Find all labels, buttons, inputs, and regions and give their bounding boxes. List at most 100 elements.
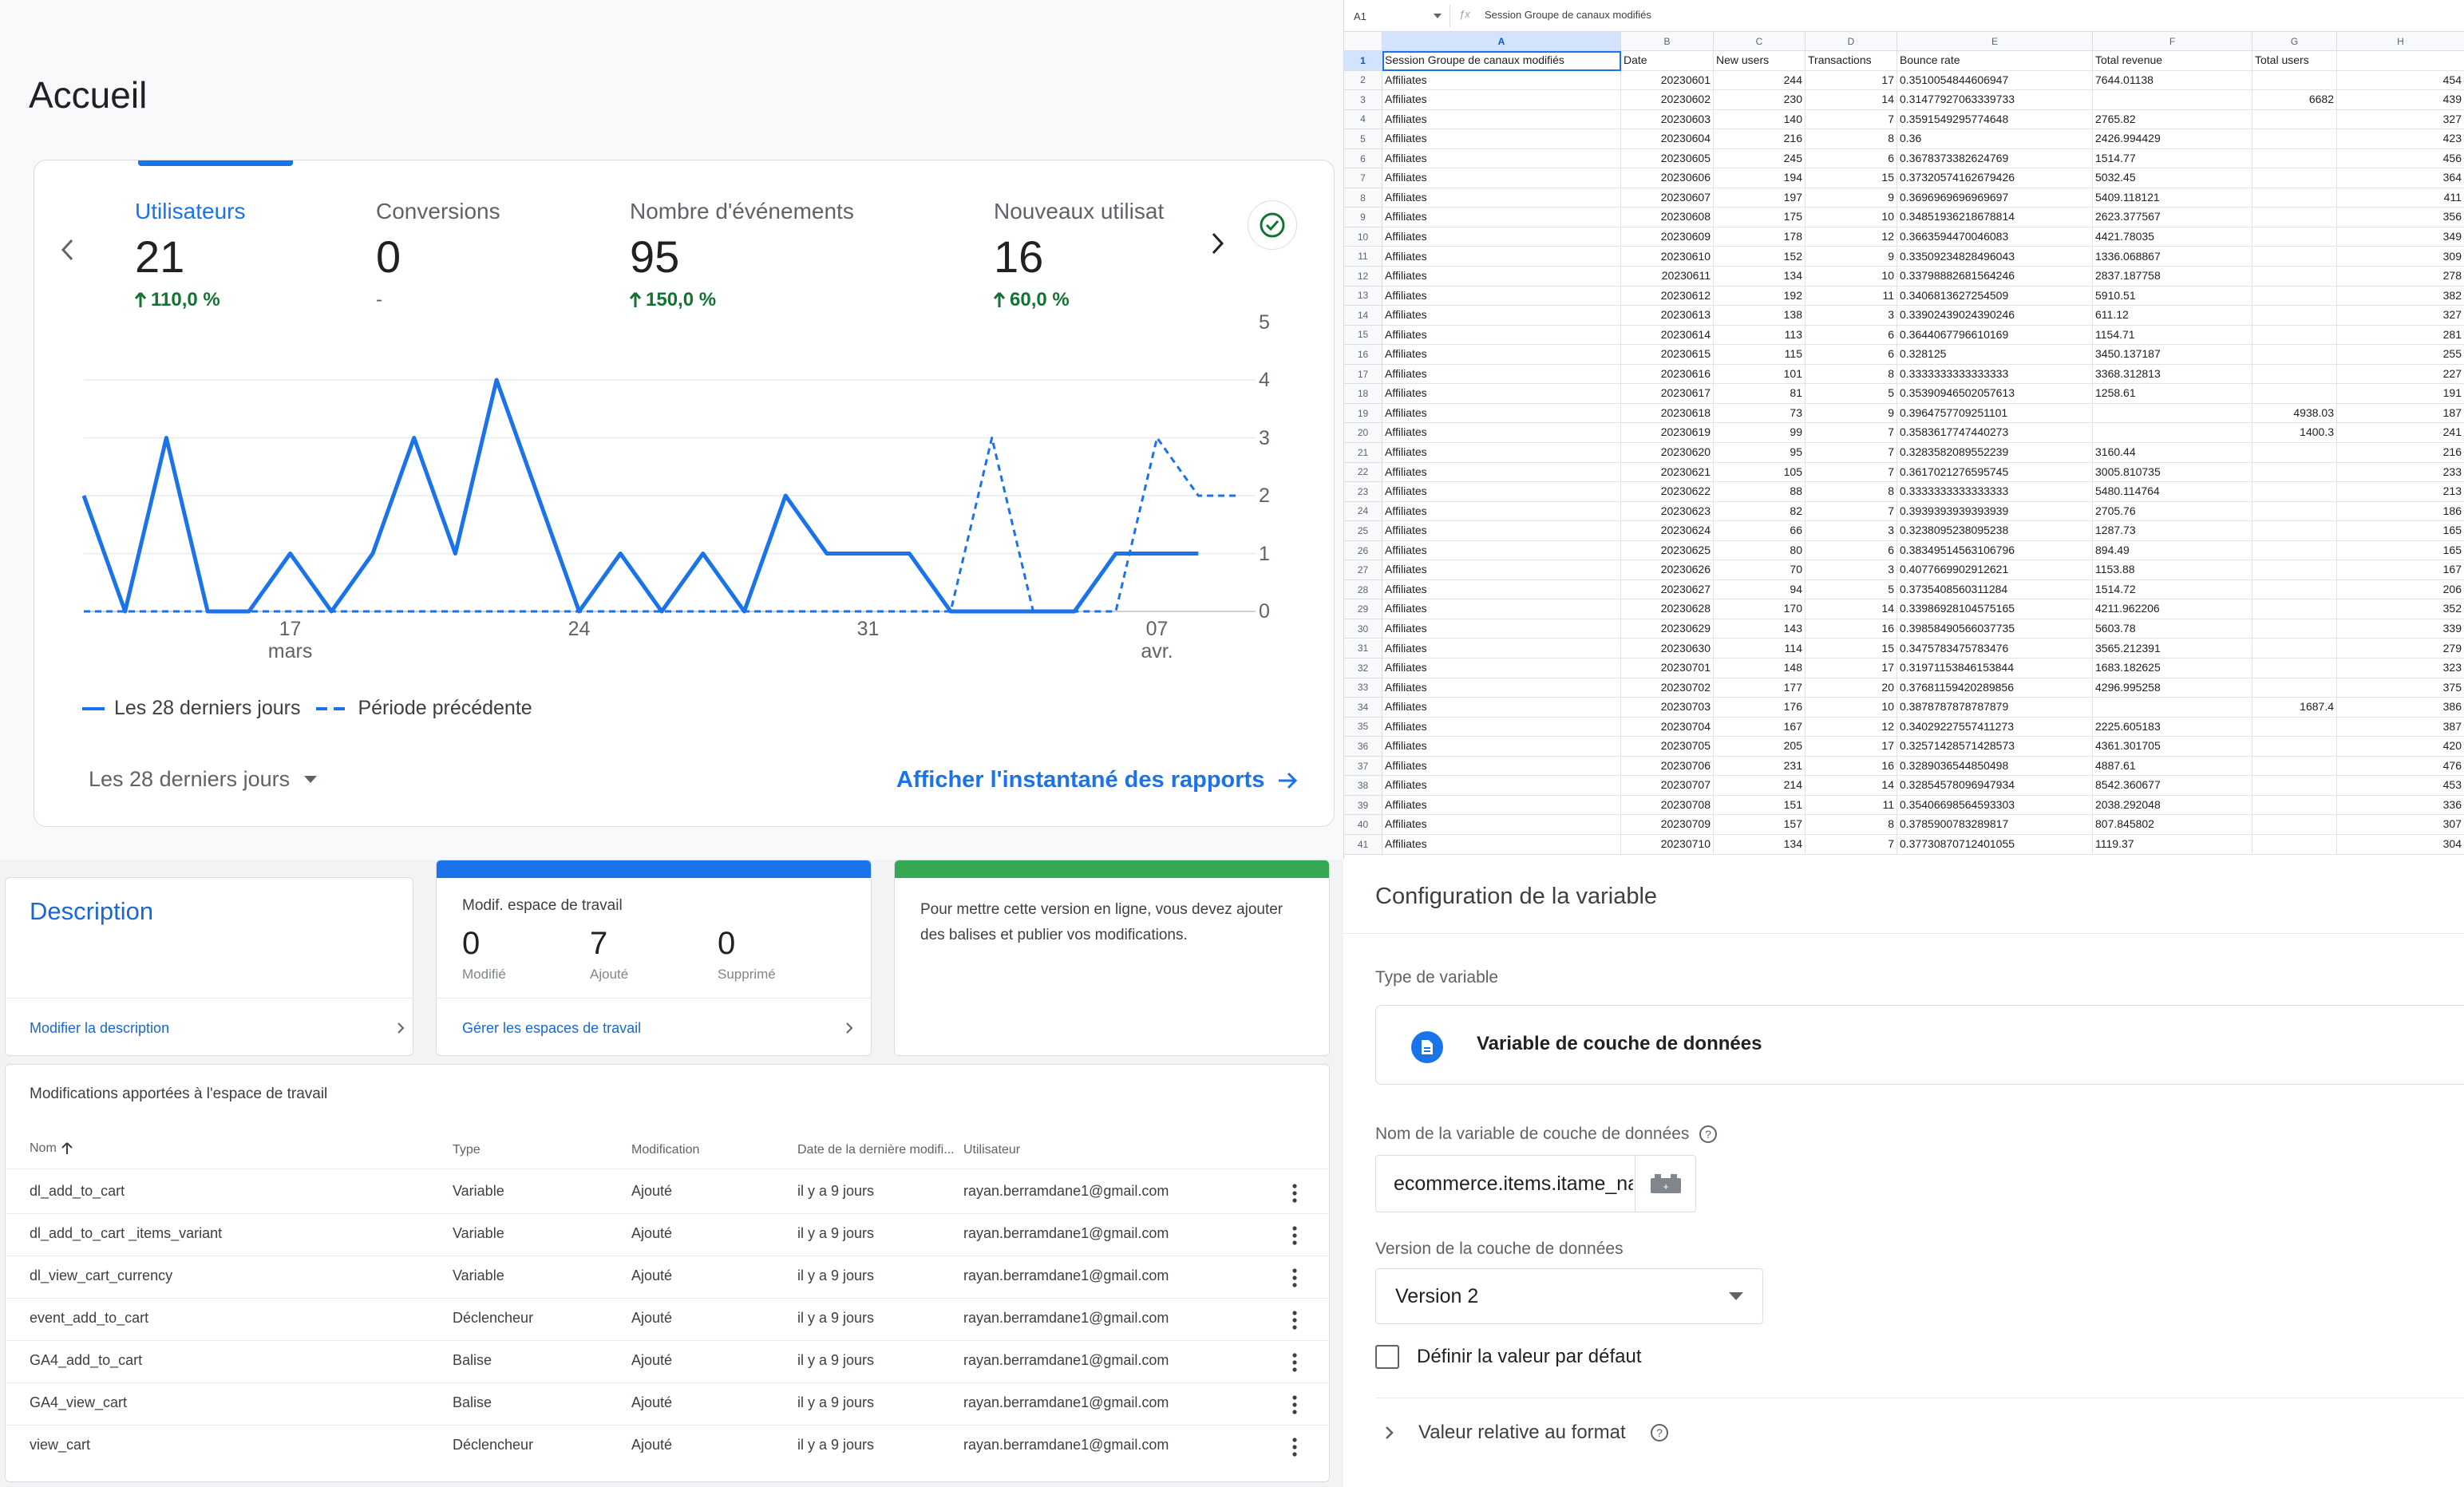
data-cell[interactable]: 2426.994429: [2093, 129, 2252, 149]
row-more-menu-button[interactable]: [1283, 1307, 1307, 1334]
data-cell[interactable]: Affiliates: [1382, 267, 1621, 287]
change-item-name-link[interactable]: GA4_view_cart: [30, 1394, 127, 1411]
data-cell[interactable]: 227: [2337, 365, 2464, 385]
data-cell[interactable]: 327: [2337, 110, 2464, 130]
data-cell[interactable]: 1153.88: [2093, 560, 2252, 580]
row-header[interactable]: 24: [1344, 501, 1382, 522]
data-cell[interactable]: 20230616: [1621, 364, 1714, 385]
data-cell[interactable]: 7644.01138: [2093, 70, 2252, 91]
data-cell[interactable]: [2252, 384, 2337, 404]
version-select[interactable]: Version 2: [1375, 1268, 1763, 1324]
data-cell[interactable]: 0.31477927063339733: [1897, 90, 2093, 110]
data-cell[interactable]: [2252, 267, 2337, 287]
data-cell[interactable]: 10: [1805, 698, 1897, 718]
data-cell[interactable]: 105: [1714, 462, 1805, 483]
data-cell[interactable]: 807.845802: [2093, 815, 2252, 835]
data-cell[interactable]: 206: [2337, 580, 2464, 600]
column-header[interactable]: B: [1621, 32, 1714, 51]
data-cell[interactable]: 0.35406698564593303: [1897, 795, 2093, 816]
data-cell[interactable]: 20230628: [1621, 599, 1714, 619]
data-cell[interactable]: 231: [1714, 756, 1805, 777]
data-cell[interactable]: 14: [1805, 599, 1897, 619]
data-cell[interactable]: 1287.73: [2093, 521, 2252, 541]
change-item-name-link[interactable]: dl_add_to_cart: [30, 1183, 125, 1200]
data-cell[interactable]: [2252, 286, 2337, 306]
data-cell[interactable]: 0.35390946502057613: [1897, 384, 2093, 404]
header-cell[interactable]: Transactions: [1805, 51, 1897, 71]
data-cell[interactable]: Affiliates: [1382, 286, 1621, 306]
data-cell[interactable]: [2252, 462, 2337, 483]
data-cell[interactable]: 213: [2337, 482, 2464, 502]
data-cell[interactable]: 9: [1805, 188, 1897, 208]
header-cell[interactable]: Session Groupe de canaux modifiés: [1382, 51, 1621, 71]
data-cell[interactable]: 0.3964757709251101: [1897, 403, 2093, 424]
data-cell[interactable]: 101: [1714, 364, 1805, 385]
data-cell[interactable]: 9: [1805, 403, 1897, 424]
data-cell[interactable]: 3005.810735: [2093, 462, 2252, 483]
col-header-name[interactable]: Nom: [30, 1141, 73, 1156]
data-cell[interactable]: 134: [1714, 267, 1805, 287]
row-header[interactable]: 13: [1344, 286, 1382, 306]
data-cell[interactable]: [2252, 815, 2337, 835]
data-cell[interactable]: 279: [2337, 639, 2464, 659]
data-cell[interactable]: 2225.605183: [2093, 717, 2252, 738]
data-cell[interactable]: 73: [1714, 403, 1805, 424]
data-cell[interactable]: [2252, 482, 2337, 502]
data-cell[interactable]: 0.3510054844606947: [1897, 70, 2093, 91]
data-cell[interactable]: 20230601: [1621, 70, 1714, 91]
col-header-type[interactable]: Type: [453, 1143, 481, 1157]
data-cell[interactable]: 7: [1805, 462, 1897, 483]
data-cell[interactable]: 2038.292048: [2093, 795, 2252, 816]
data-cell[interactable]: 7: [1805, 109, 1897, 130]
data-cell[interactable]: Affiliates: [1382, 619, 1621, 639]
default-value-checkbox[interactable]: [1375, 1345, 1399, 1369]
data-cell[interactable]: [2252, 658, 2337, 678]
data-cell[interactable]: 7: [1805, 443, 1897, 463]
data-cell[interactable]: 0.3785900783289817: [1897, 815, 2093, 835]
data-cell[interactable]: 476: [2337, 757, 2464, 777]
data-cell[interactable]: 423: [2337, 129, 2464, 149]
data-cell[interactable]: 16: [1805, 756, 1897, 777]
data-cell[interactable]: 4296.995258: [2093, 678, 2252, 698]
data-cell[interactable]: 10: [1805, 208, 1897, 227]
row-header[interactable]: 32: [1344, 658, 1382, 678]
data-cell[interactable]: 2765.82: [2093, 109, 2252, 130]
data-cell[interactable]: 1400.3: [2252, 423, 2337, 443]
data-cell[interactable]: 5480.114764: [2093, 482, 2252, 502]
data-cell[interactable]: 0.34029227557411273: [1897, 717, 2093, 738]
data-cell[interactable]: Affiliates: [1382, 148, 1621, 169]
data-cell[interactable]: 8: [1805, 364, 1897, 385]
data-cell[interactable]: 167: [1714, 717, 1805, 738]
row-header[interactable]: 41: [1344, 835, 1382, 855]
data-cell[interactable]: 5: [1805, 384, 1897, 404]
data-cell[interactable]: 6: [1805, 540, 1897, 561]
data-cell[interactable]: 453: [2337, 776, 2464, 796]
change-item-name-link[interactable]: event_add_to_cart: [30, 1310, 148, 1327]
row-more-menu-button[interactable]: [1283, 1222, 1307, 1249]
data-cell[interactable]: Affiliates: [1382, 658, 1621, 678]
data-cell[interactable]: 0.3617021276595745: [1897, 462, 2093, 483]
data-cell[interactable]: 214: [1714, 776, 1805, 796]
data-cell[interactable]: Affiliates: [1382, 795, 1621, 816]
data-cell[interactable]: 382: [2337, 287, 2464, 306]
next-metric-button[interactable]: [1201, 227, 1233, 259]
data-cell[interactable]: 387: [2337, 718, 2464, 738]
data-cell[interactable]: Affiliates: [1382, 540, 1621, 561]
data-cell[interactable]: 6682: [2252, 90, 2337, 110]
data-cell[interactable]: 0.37730870712401055: [1897, 835, 2093, 855]
data-cell[interactable]: 6: [1805, 345, 1897, 365]
data-cell[interactable]: 0.33902439024390246: [1897, 306, 2093, 326]
data-cell[interactable]: 197: [1714, 188, 1805, 208]
data-cell[interactable]: 0.3283582089552239: [1897, 443, 2093, 463]
data-cell[interactable]: 7: [1805, 501, 1897, 522]
data-cell[interactable]: 20230606: [1621, 168, 1714, 188]
previous-metric-button[interactable]: [52, 234, 84, 266]
data-cell[interactable]: 2837.187758: [2093, 267, 2252, 287]
data-cell[interactable]: 20230602: [1621, 90, 1714, 110]
data-cell[interactable]: Affiliates: [1382, 521, 1621, 541]
data-cell[interactable]: Affiliates: [1382, 443, 1621, 463]
data-cell[interactable]: 20230630: [1621, 639, 1714, 659]
row-header[interactable]: 12: [1344, 267, 1382, 287]
col-header-date[interactable]: Date de la dernière modifi...: [797, 1143, 965, 1157]
data-cell[interactable]: 216: [2337, 443, 2464, 463]
